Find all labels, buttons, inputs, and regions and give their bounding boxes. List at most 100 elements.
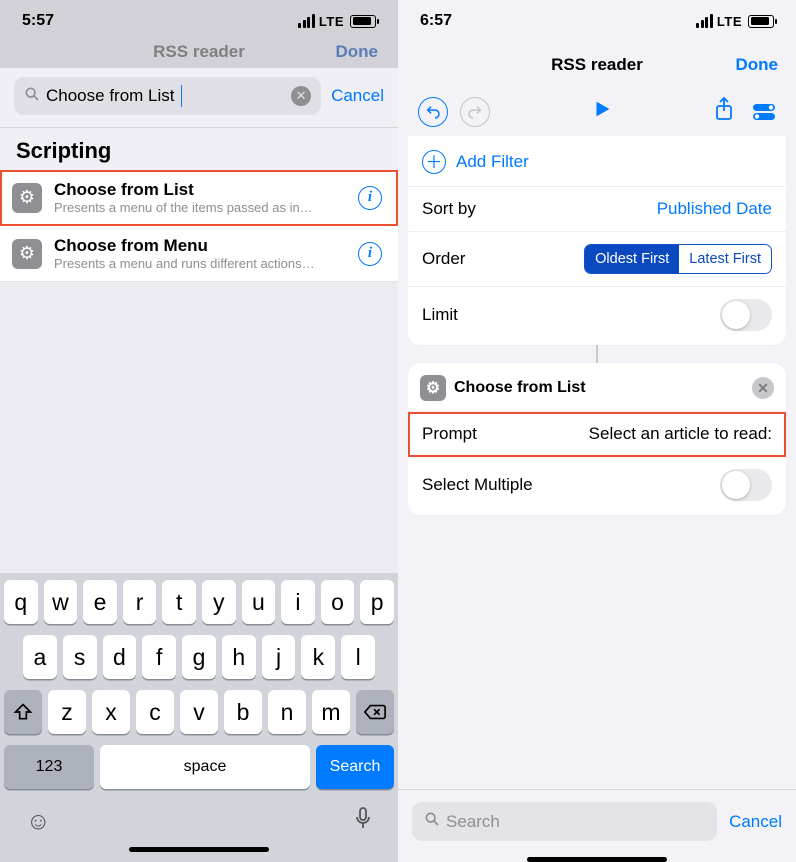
mic-icon[interactable]: [354, 806, 372, 837]
battery-icon: [748, 15, 774, 28]
nav-bar: RSS reader Done: [398, 42, 796, 88]
key-m[interactable]: m: [312, 690, 350, 734]
sort-by-row[interactable]: Sort by Published Date: [408, 187, 786, 232]
order-row: Order Oldest First Latest First: [408, 232, 786, 287]
key-i[interactable]: i: [281, 580, 315, 624]
limit-toggle[interactable]: [720, 299, 772, 331]
editor-toolbar: [398, 88, 796, 136]
key-a[interactable]: a: [23, 635, 57, 679]
close-icon[interactable]: ✕: [752, 377, 774, 399]
order-label: Order: [422, 249, 465, 269]
key-b[interactable]: b: [224, 690, 262, 734]
magnifier-icon: [424, 811, 440, 832]
magnifier-icon: [24, 86, 40, 107]
key-row-4: 123 space Search: [4, 745, 394, 789]
status-right: LTE: [696, 14, 774, 29]
status-time: 6:57: [420, 12, 452, 30]
sheet-fill: [0, 282, 398, 573]
network-label: LTE: [319, 14, 344, 29]
result-title: Choose from Menu: [54, 236, 346, 256]
result-title: Choose from List: [54, 180, 346, 200]
undo-button[interactable]: [418, 97, 448, 127]
bottom-search-row: Search Cancel: [398, 789, 796, 847]
key-row-3: z x c v b n m: [4, 690, 394, 734]
order-segmented[interactable]: Oldest First Latest First: [584, 244, 772, 274]
cancel-button[interactable]: Cancel: [331, 86, 384, 106]
dimmed-done: Done: [336, 42, 379, 62]
select-multiple-row: Select Multiple: [408, 457, 786, 513]
key-f[interactable]: f: [142, 635, 176, 679]
info-icon[interactable]: i: [358, 186, 382, 210]
key-n[interactable]: n: [268, 690, 306, 734]
backspace-key[interactable]: [356, 690, 394, 734]
search-row: Choose from List ✕ Cancel: [0, 67, 398, 128]
choose-from-list-card: ⚙ Choose from List ✕ Prompt Select an ar…: [408, 363, 786, 515]
editor-body[interactable]: ＋ Add Filter Sort by Published Date Orde…: [398, 136, 796, 789]
result-choose-from-list[interactable]: ⚙ Choose from List Presents a menu of th…: [0, 170, 398, 226]
key-l[interactable]: l: [341, 635, 375, 679]
space-key[interactable]: space: [100, 745, 310, 789]
emoji-icon[interactable]: ☺: [26, 808, 51, 836]
sort-by-value[interactable]: Published Date: [657, 199, 772, 219]
network-label: LTE: [717, 14, 742, 29]
key-w[interactable]: w: [44, 580, 78, 624]
settings-toggles-icon[interactable]: [752, 102, 776, 122]
result-subtitle: Presents a menu of the items passed as i…: [54, 200, 346, 215]
key-z[interactable]: z: [48, 690, 86, 734]
key-row-1: q w e r t y u i o p: [4, 580, 394, 624]
gear-icon: ⚙: [12, 183, 42, 213]
prompt-row[interactable]: Prompt Select an article to read:: [408, 412, 786, 457]
key-k[interactable]: k: [301, 635, 335, 679]
key-h[interactable]: h: [222, 635, 256, 679]
key-y[interactable]: y: [202, 580, 236, 624]
bottom-search-input[interactable]: Search: [412, 802, 717, 841]
limit-row: Limit: [408, 287, 786, 343]
status-bar-right: 6:57 LTE: [398, 0, 796, 42]
key-row-2: a s d f g h j k l: [4, 635, 394, 679]
key-t[interactable]: t: [162, 580, 196, 624]
search-input[interactable]: Choose from List ✕: [14, 77, 321, 115]
key-q[interactable]: q: [4, 580, 38, 624]
share-button[interactable]: [714, 97, 734, 127]
home-indicator[interactable]: [527, 857, 667, 862]
clear-text-icon[interactable]: ✕: [291, 86, 311, 106]
key-g[interactable]: g: [182, 635, 216, 679]
key-c[interactable]: c: [136, 690, 174, 734]
numeric-key[interactable]: 123: [4, 745, 94, 789]
plus-icon: ＋: [422, 150, 446, 174]
section-header: Scripting: [0, 128, 398, 170]
result-choose-from-menu[interactable]: ⚙ Choose from Menu Presents a menu and r…: [0, 226, 398, 282]
key-j[interactable]: j: [262, 635, 296, 679]
key-p[interactable]: p: [360, 580, 394, 624]
right-pane: 6:57 LTE RSS reader Done: [398, 0, 796, 862]
filter-card: ＋ Add Filter Sort by Published Date Orde…: [408, 136, 786, 345]
limit-label: Limit: [422, 305, 458, 325]
battery-icon: [350, 15, 376, 28]
key-u[interactable]: u: [242, 580, 276, 624]
shift-key[interactable]: [4, 690, 42, 734]
order-latest[interactable]: Latest First: [679, 245, 771, 273]
run-button[interactable]: [591, 98, 613, 126]
left-pane: 5:57 LTE RSS reader Done Choose from Lis…: [0, 0, 398, 862]
redo-button[interactable]: [460, 97, 490, 127]
select-multiple-label: Select Multiple: [422, 475, 533, 495]
key-v[interactable]: v: [180, 690, 218, 734]
key-e[interactable]: e: [83, 580, 117, 624]
key-d[interactable]: d: [103, 635, 137, 679]
done-button[interactable]: Done: [736, 55, 779, 75]
sort-by-label: Sort by: [422, 199, 476, 219]
select-multiple-toggle[interactable]: [720, 469, 772, 501]
key-r[interactable]: r: [123, 580, 157, 624]
home-indicator[interactable]: [129, 847, 269, 852]
order-oldest[interactable]: Oldest First: [585, 245, 679, 273]
key-s[interactable]: s: [63, 635, 97, 679]
prompt-value[interactable]: Select an article to read:: [589, 424, 772, 444]
add-filter-button[interactable]: ＋ Add Filter: [408, 138, 786, 187]
result-subtitle: Presents a menu and runs different actio…: [54, 256, 346, 271]
key-o[interactable]: o: [321, 580, 355, 624]
cancel-button[interactable]: Cancel: [729, 812, 782, 832]
search-key[interactable]: Search: [316, 745, 394, 789]
info-icon[interactable]: i: [358, 242, 382, 266]
card-header: ⚙ Choose from List ✕: [408, 365, 786, 412]
key-x[interactable]: x: [92, 690, 130, 734]
